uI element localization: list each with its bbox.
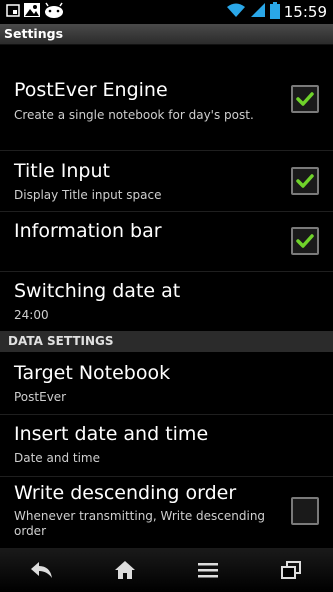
image-notification-icon xyxy=(23,2,41,22)
menu-icon xyxy=(198,563,219,578)
section-header-data-settings: DATA SETTINGS xyxy=(0,331,333,352)
pref-title: Title Input xyxy=(14,160,110,182)
signal-icon xyxy=(250,2,266,22)
check-icon xyxy=(296,92,314,106)
pref-title: Insert date and time xyxy=(14,423,209,445)
wifi-icon xyxy=(226,2,246,22)
pref-title: Target Notebook xyxy=(14,362,171,384)
information-bar-checkbox[interactable] xyxy=(291,227,319,255)
sim-card-icon xyxy=(6,2,20,22)
pref-title: Write descending order xyxy=(14,482,237,504)
pref-summary: Date and time xyxy=(14,451,100,465)
status-bar: 15:59 xyxy=(0,0,333,24)
check-icon xyxy=(296,234,314,248)
back-button[interactable] xyxy=(12,550,72,590)
home-icon xyxy=(114,561,135,579)
section-label: DATA SETTINGS xyxy=(8,334,114,348)
back-icon xyxy=(30,562,52,578)
home-button[interactable] xyxy=(95,550,155,590)
pref-title-input[interactable]: Title Input Display Title input space xyxy=(0,150,333,212)
battery-icon xyxy=(269,1,280,23)
pref-insert-date-time[interactable]: Insert date and time Date and time xyxy=(0,414,333,477)
pref-title: PostEver Engine xyxy=(14,79,168,101)
check-icon xyxy=(296,174,314,188)
pref-summary: Display Title input space xyxy=(14,188,162,202)
pref-summary: Whenever transmitting, Write descending … xyxy=(14,509,266,538)
pref-summary: PostEver xyxy=(14,390,67,404)
recent-apps-icon xyxy=(281,561,302,579)
pref-title: Information bar xyxy=(14,220,162,242)
recent-apps-button[interactable] xyxy=(261,550,321,590)
navigation-bar xyxy=(0,548,333,592)
pref-title: Switching date at xyxy=(14,280,181,302)
menu-button[interactable] xyxy=(178,550,238,590)
android-icon xyxy=(44,2,64,22)
postever-engine-checkbox[interactable] xyxy=(291,85,319,113)
clock: 15:59 xyxy=(283,3,327,21)
pref-information-bar[interactable]: Information bar xyxy=(0,211,333,272)
write-descending-checkbox[interactable] xyxy=(291,497,319,525)
title-bar: Settings xyxy=(0,24,333,45)
title-input-checkbox[interactable] xyxy=(291,167,319,195)
pref-write-descending[interactable]: Write descending order Whenever transmit… xyxy=(0,476,333,548)
page-title: Settings xyxy=(4,26,64,41)
pref-target-notebook[interactable]: Target Notebook PostEver xyxy=(0,352,333,415)
pref-postever-engine[interactable]: PostEver Engine Create a single notebook… xyxy=(0,72,333,151)
pref-summary: Create a single notebook for day's post. xyxy=(14,108,254,122)
pref-switching-date[interactable]: Switching date at 24:00 xyxy=(0,271,333,331)
pref-summary: 24:00 xyxy=(14,308,49,322)
